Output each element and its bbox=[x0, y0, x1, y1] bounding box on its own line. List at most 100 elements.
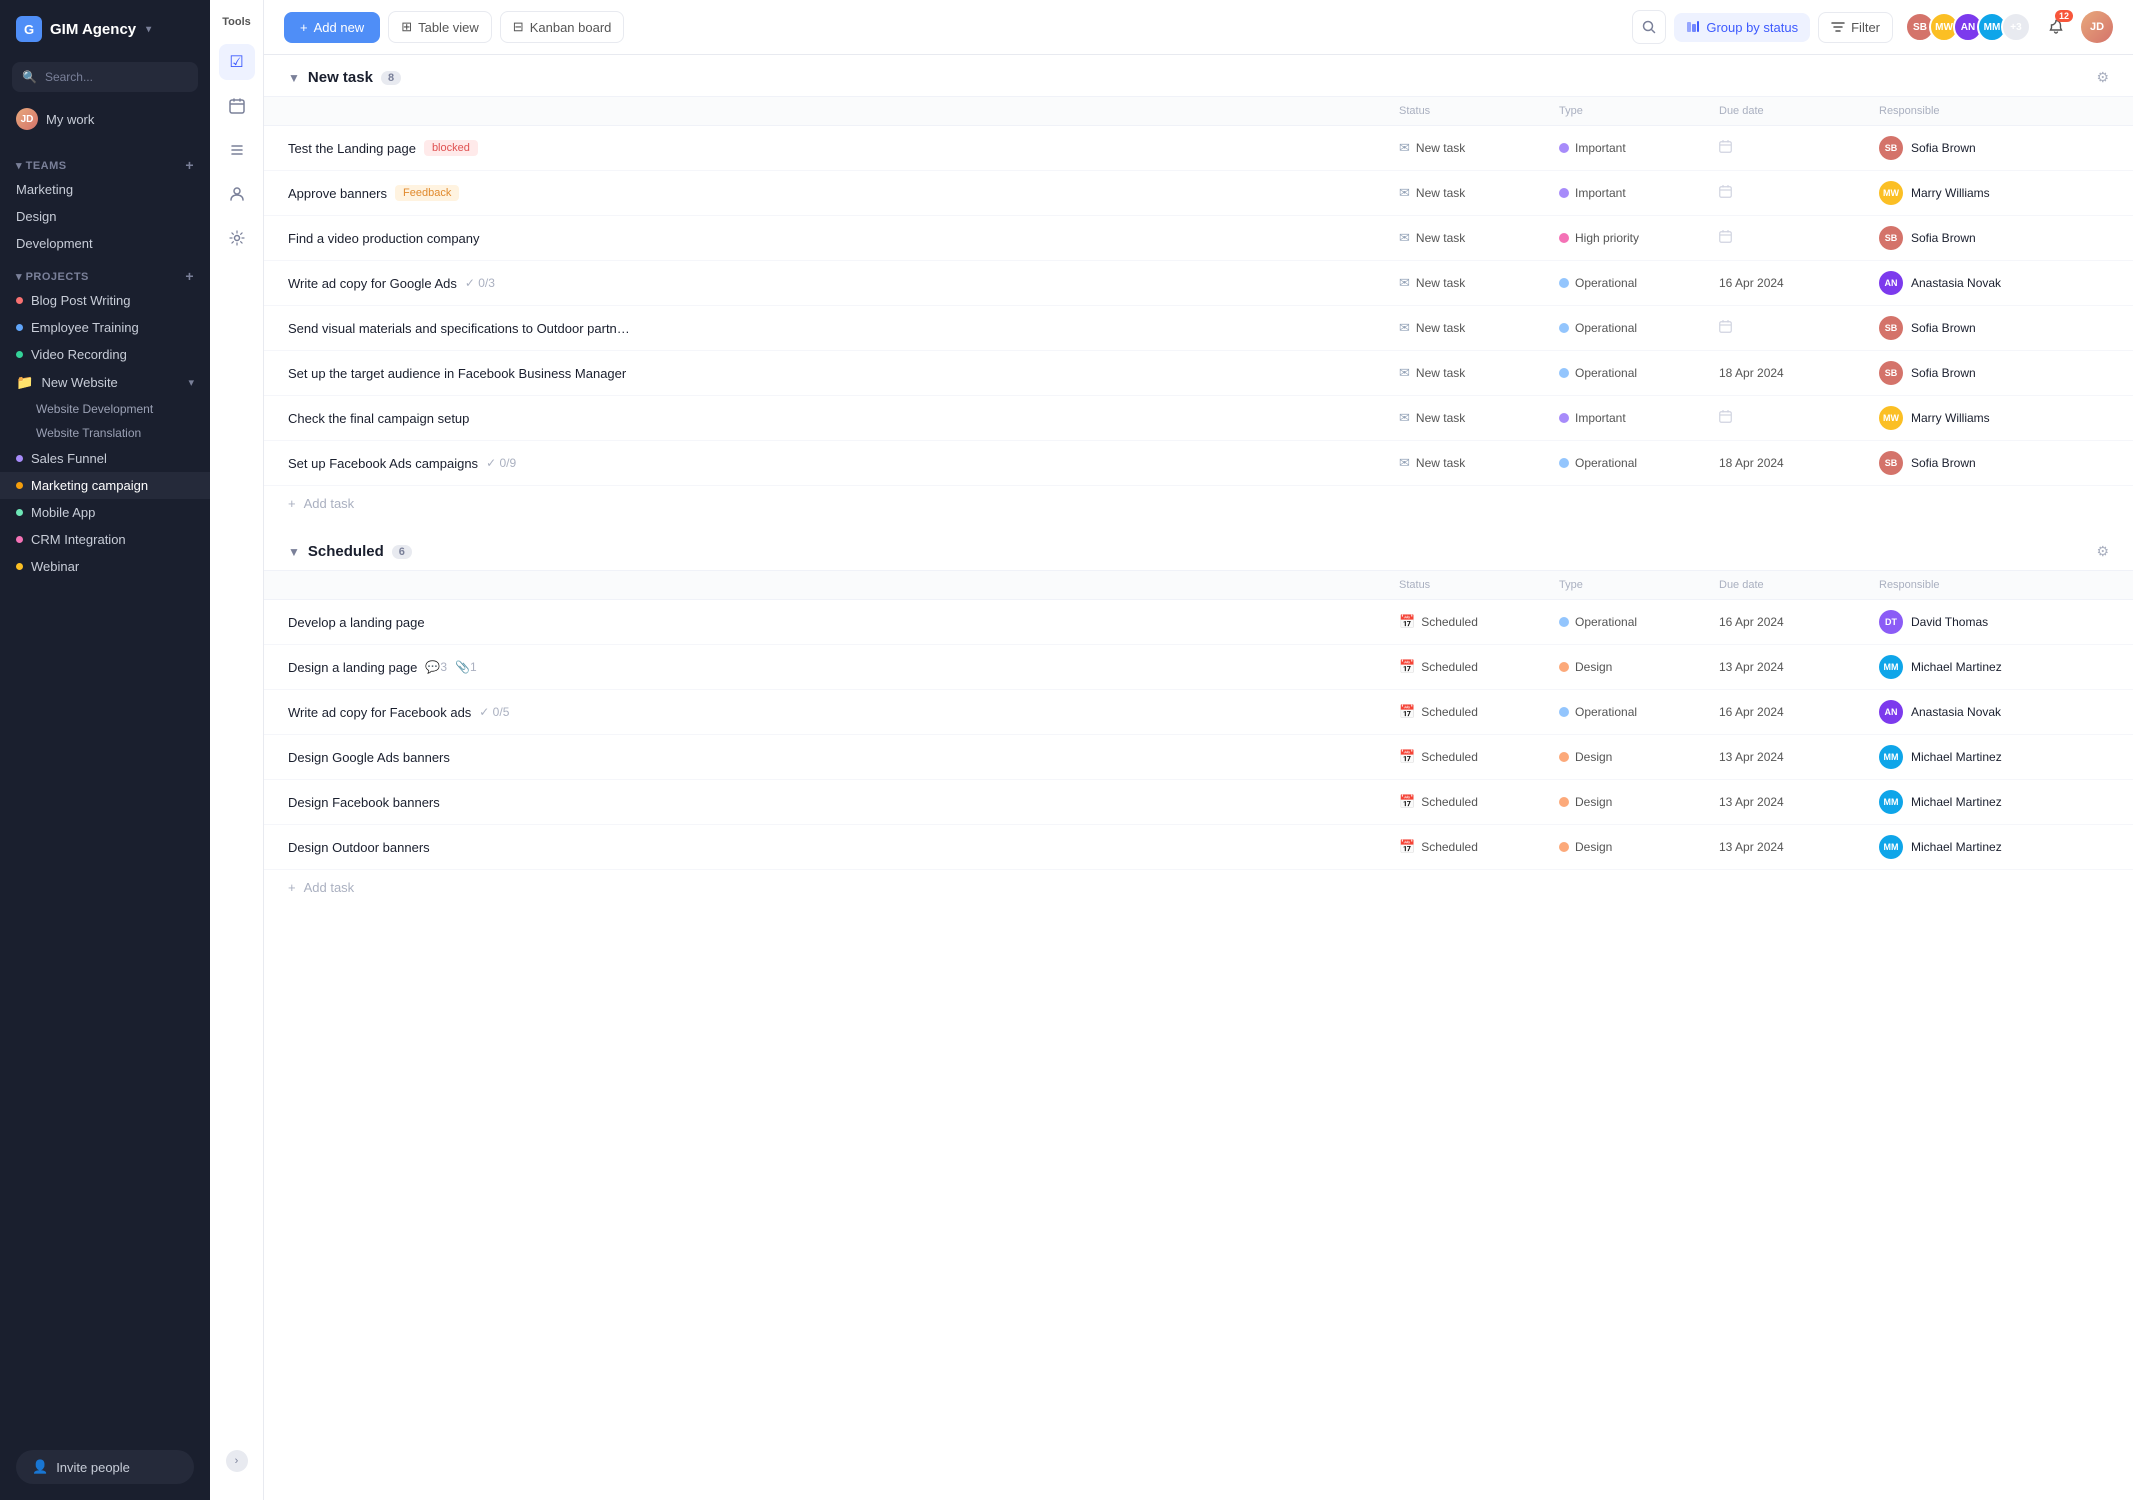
type-cell: Important bbox=[1559, 141, 1719, 155]
task-row[interactable]: Write ad copy for Facebook ads ✓ 0/5 📅 S… bbox=[264, 690, 2133, 735]
col-name bbox=[288, 579, 1399, 591]
sidebar-item-design[interactable]: Design bbox=[0, 203, 210, 230]
task-name: Test the Landing page bbox=[288, 141, 416, 156]
task-row[interactable]: Design a landing page 💬3 📎1 📅 Scheduled … bbox=[264, 645, 2133, 690]
status-text: New task bbox=[1416, 411, 1465, 425]
sidebar: G GIM Agency ▾ 🔍 Search... JD My work ▾ … bbox=[0, 0, 210, 1500]
project-label: Blog Post Writing bbox=[31, 293, 130, 308]
task-row[interactable]: Design Outdoor banners 📅 Scheduled Desig… bbox=[264, 825, 2133, 870]
avatar-more[interactable]: +3 bbox=[2001, 12, 2031, 42]
kanban-board-button[interactable]: ⊟ Kanban board bbox=[500, 11, 625, 43]
responsible-name: Michael Martinez bbox=[1911, 660, 2002, 674]
project-mobile-app[interactable]: Mobile App bbox=[0, 499, 210, 526]
status-cell: 📅 Scheduled bbox=[1399, 614, 1559, 630]
project-website-translation[interactable]: Website Translation bbox=[0, 421, 210, 445]
collaborators-avatars: SB MW AN MM +3 bbox=[1905, 12, 2031, 42]
add-task-icon: + bbox=[288, 496, 296, 511]
responsible-cell: MM Michael Martinez bbox=[1879, 835, 2079, 859]
task-name-cell: Write ad copy for Google Ads ✓ 0/3 bbox=[288, 276, 1399, 291]
sidebar-item-development[interactable]: Development bbox=[0, 230, 210, 257]
status-text: Scheduled bbox=[1421, 705, 1478, 719]
task-row[interactable]: Develop a landing page 📅 Scheduled Opera… bbox=[264, 600, 2133, 645]
group-by-status-button[interactable]: Group by status bbox=[1674, 13, 1810, 42]
project-blog-post-writing[interactable]: Blog Post Writing bbox=[0, 287, 210, 314]
project-employee-training[interactable]: Employee Training bbox=[0, 314, 210, 341]
task-name-cell: Find a video production company bbox=[288, 231, 1399, 246]
section-settings-icon[interactable]: ⚙ bbox=[2096, 543, 2109, 560]
add-task-button[interactable]: + Add task bbox=[264, 870, 2133, 905]
add-team-button[interactable]: + bbox=[185, 158, 194, 172]
status-icon: 📅 bbox=[1399, 749, 1415, 765]
avatar: AN bbox=[1879, 700, 1903, 724]
invite-people-button[interactable]: 👤 Invite people bbox=[16, 1450, 194, 1484]
task-name-cell: Write ad copy for Facebook ads ✓ 0/5 bbox=[288, 705, 1399, 720]
task-row[interactable]: Test the Landing page blocked ✉ New task… bbox=[264, 126, 2133, 171]
add-task-button[interactable]: + Add task bbox=[264, 486, 2133, 521]
sidebar-item-marketing[interactable]: Marketing bbox=[0, 176, 210, 203]
add-project-button[interactable]: + bbox=[185, 269, 194, 283]
col-name bbox=[288, 105, 1399, 117]
status-cell: ✉ New task bbox=[1399, 185, 1559, 201]
status-text: Scheduled bbox=[1421, 750, 1478, 764]
task-row[interactable]: Set up Facebook Ads campaigns ✓ 0/9 ✉ Ne… bbox=[264, 441, 2133, 486]
project-marketing-campaign[interactable]: Marketing campaign bbox=[0, 472, 210, 499]
task-row[interactable]: Set up the target audience in Facebook B… bbox=[264, 351, 2133, 396]
logo-icon: G bbox=[16, 16, 42, 42]
section-settings-icon[interactable]: ⚙ bbox=[2096, 69, 2109, 86]
status-text: Scheduled bbox=[1421, 840, 1478, 854]
project-website-development[interactable]: Website Development bbox=[0, 397, 210, 421]
task-name: Check the final campaign setup bbox=[288, 411, 469, 426]
user-avatar-button[interactable]: JD bbox=[2081, 11, 2113, 43]
project-label: Mobile App bbox=[31, 505, 95, 520]
status-cell: ✉ New task bbox=[1399, 320, 1559, 336]
tool-person[interactable] bbox=[219, 176, 255, 212]
task-name-cell: Approve banners Feedback bbox=[288, 185, 1399, 201]
sidebar-toggle-button[interactable]: › bbox=[226, 1450, 248, 1472]
task-name: Write ad copy for Facebook ads bbox=[288, 705, 471, 720]
type-cell: Important bbox=[1559, 186, 1719, 200]
app-logo[interactable]: G GIM Agency ▾ bbox=[0, 0, 210, 58]
due-date-cell: 16 Apr 2024 bbox=[1719, 705, 1879, 719]
task-name: Approve banners bbox=[288, 186, 387, 201]
section-expand-button[interactable]: ▼ bbox=[288, 71, 300, 85]
type-dot bbox=[1559, 368, 1569, 378]
responsible-name: Anastasia Novak bbox=[1911, 276, 2001, 290]
tool-list[interactable] bbox=[219, 132, 255, 168]
project-sales-funnel[interactable]: Sales Funnel bbox=[0, 445, 210, 472]
project-crm-integration[interactable]: CRM Integration bbox=[0, 526, 210, 553]
calendar-icon bbox=[1719, 140, 1732, 156]
type-dot bbox=[1559, 413, 1569, 423]
my-work-avatar: JD bbox=[16, 108, 38, 130]
tools-sidebar: Tools ☑ › bbox=[210, 0, 264, 1500]
task-row[interactable]: Send visual materials and specifications… bbox=[264, 306, 2133, 351]
status-text: New task bbox=[1416, 321, 1465, 335]
task-row[interactable]: Find a video production company ✉ New ta… bbox=[264, 216, 2133, 261]
section-expand-button[interactable]: ▼ bbox=[288, 545, 300, 559]
task-row[interactable]: Approve banners Feedback ✉ New task Impo… bbox=[264, 171, 2133, 216]
search-bar[interactable]: 🔍 Search... bbox=[12, 62, 198, 92]
tool-settings[interactable] bbox=[219, 220, 255, 256]
notifications-button[interactable]: 12 bbox=[2039, 10, 2073, 44]
task-row[interactable]: Write ad copy for Google Ads ✓ 0/3 ✉ New… bbox=[264, 261, 2133, 306]
task-row[interactable]: Design Google Ads banners 📅 Scheduled De… bbox=[264, 735, 2133, 780]
search-button[interactable] bbox=[1632, 10, 1666, 44]
filter-button[interactable]: Filter bbox=[1818, 12, 1893, 43]
type-text: Operational bbox=[1575, 276, 1637, 290]
search-placeholder: Search... bbox=[45, 70, 93, 84]
status-cell: 📅 Scheduled bbox=[1399, 794, 1559, 810]
task-row[interactable]: Design Facebook banners 📅 Scheduled Desi… bbox=[264, 780, 2133, 825]
task-row[interactable]: Check the final campaign setup ✉ New tas… bbox=[264, 396, 2133, 441]
my-work-item[interactable]: JD My work bbox=[0, 100, 210, 138]
tool-check[interactable]: ☑ bbox=[219, 44, 255, 80]
add-new-button[interactable]: + Add new bbox=[284, 12, 380, 43]
type-text: Design bbox=[1575, 795, 1612, 809]
status-text: New task bbox=[1416, 141, 1465, 155]
responsible-name: Michael Martinez bbox=[1911, 795, 2002, 809]
project-new-website[interactable]: 📁 New Website ▾ bbox=[0, 368, 210, 397]
table-view-button[interactable]: ⊞ Table view bbox=[388, 11, 492, 43]
tool-calendar[interactable] bbox=[219, 88, 255, 124]
project-webinar[interactable]: Webinar bbox=[0, 553, 210, 580]
type-text: Operational bbox=[1575, 321, 1637, 335]
attach-icon: 📎1 bbox=[455, 660, 477, 674]
project-video-recording[interactable]: Video Recording bbox=[0, 341, 210, 368]
